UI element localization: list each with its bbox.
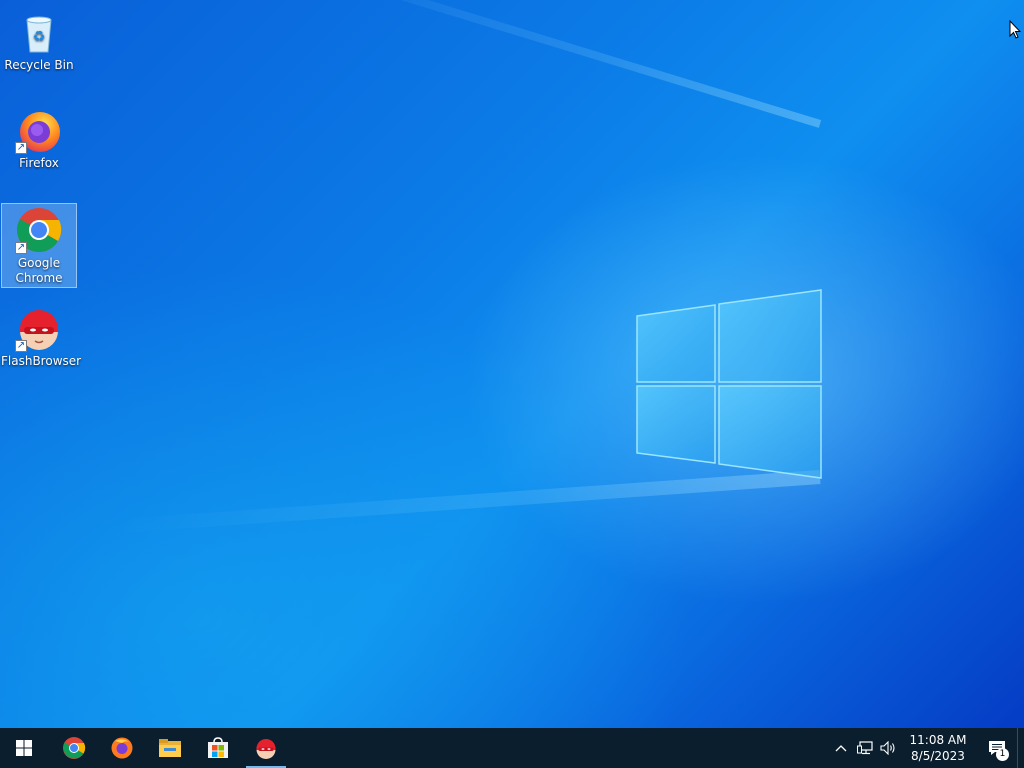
chevron-up-icon[interactable] xyxy=(829,728,853,768)
desktop-icon-flashbrowser[interactable]: ↗ FlashBrowser xyxy=(1,302,82,369)
taskbar: 11:08 AM 8/5/2023 1 xyxy=(0,728,1024,768)
volume-icon[interactable] xyxy=(877,728,901,768)
chrome-icon xyxy=(63,737,86,759)
desktop-icon-google-chrome[interactable]: ↗ Google Chrome xyxy=(1,203,77,288)
desktop-icon-label: Recycle Bin xyxy=(4,58,74,72)
shortcut-arrow-icon: ↗ xyxy=(15,242,27,254)
notification-count-badge: 1 xyxy=(996,748,1009,761)
shortcut-arrow-icon: ↗ xyxy=(15,340,27,352)
taskbar-flashbrowser-button[interactable] xyxy=(242,728,290,768)
desktop-icon-label: Google Chrome xyxy=(15,256,63,285)
mouse-cursor-icon xyxy=(1009,20,1021,39)
desktop-icon-label: Firefox xyxy=(19,156,59,170)
microsoft-store-icon xyxy=(208,737,228,758)
desktop-icon-firefox[interactable]: ↗ Firefox xyxy=(1,104,77,171)
recycle-bin-icon: ♻ xyxy=(15,8,63,56)
windows-start-icon xyxy=(16,740,32,756)
taskbar-firefox-button[interactable] xyxy=(98,728,146,768)
show-desktop-button[interactable] xyxy=(1017,728,1024,768)
taskbar-file-explorer-button[interactable] xyxy=(146,728,194,768)
clock-date: 8/5/2023 xyxy=(911,749,965,763)
network-icon[interactable] xyxy=(853,728,877,768)
taskbar-microsoft-store-button[interactable] xyxy=(194,728,242,768)
clock[interactable]: 11:08 AM 8/5/2023 xyxy=(907,732,969,764)
system-tray: 11:08 AM 8/5/2023 1 xyxy=(829,728,1024,768)
file-explorer-icon xyxy=(159,739,181,757)
windows-wallpaper-logo xyxy=(636,289,822,479)
firefox-icon: ↗ xyxy=(15,106,63,154)
wallpaper-light-beam xyxy=(264,0,822,128)
shortcut-arrow-icon: ↗ xyxy=(15,142,27,154)
taskbar-chrome-button[interactable] xyxy=(50,728,98,768)
clock-time: 11:08 AM xyxy=(909,733,967,747)
action-center-button[interactable]: 1 xyxy=(977,728,1017,768)
start-button[interactable] xyxy=(0,728,48,768)
svg-text:♻: ♻ xyxy=(33,29,46,45)
desktop-icon-recycle-bin[interactable]: ♻ Recycle Bin xyxy=(1,6,77,73)
flashbrowser-icon: ↗ xyxy=(15,304,63,352)
flashbrowser-icon xyxy=(256,739,276,759)
desktop-icon-label: FlashBrowser xyxy=(1,354,82,368)
firefox-icon xyxy=(111,737,133,759)
chrome-icon: ↗ xyxy=(15,206,63,254)
